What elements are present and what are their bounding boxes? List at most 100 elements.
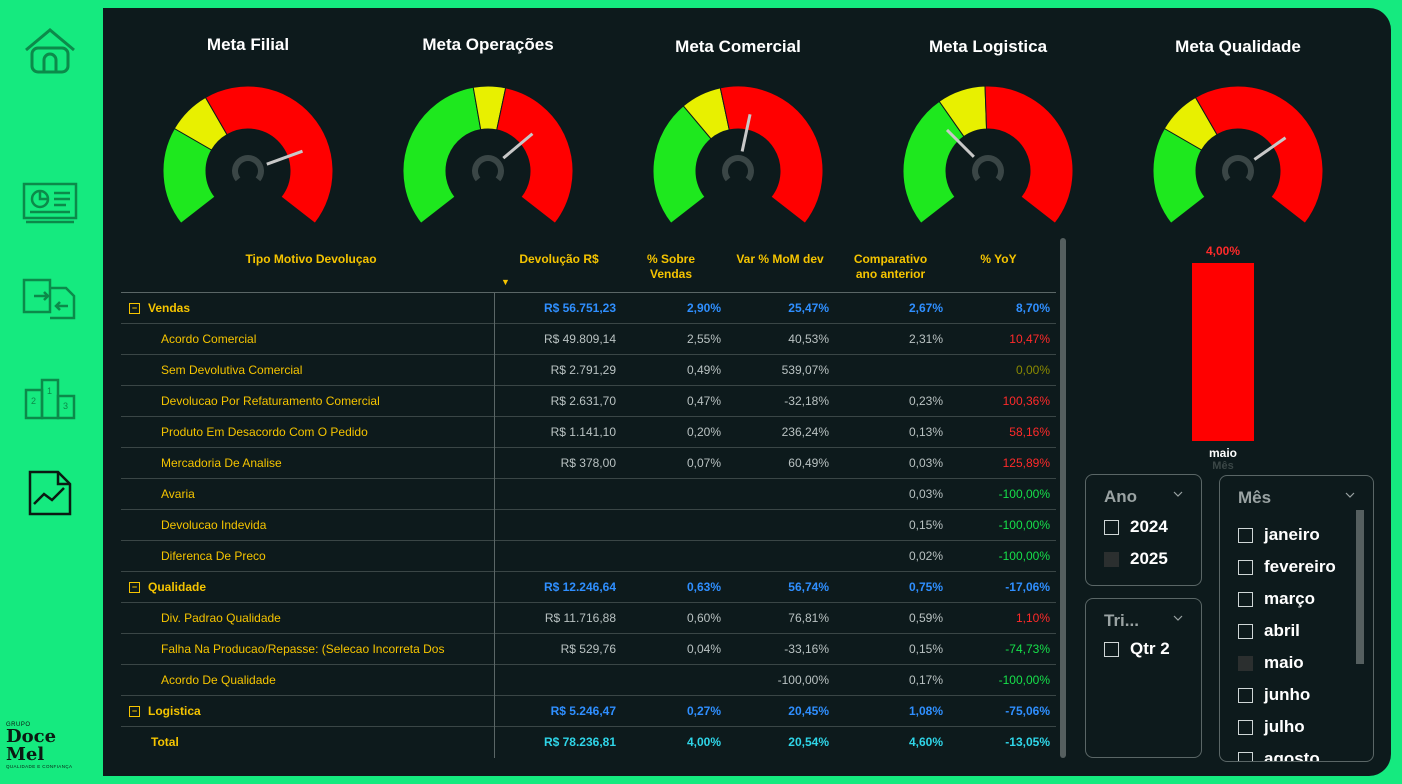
- ano-option[interactable]: 2024: [1104, 517, 1168, 537]
- group-row[interactable]: − Logistica R$ 5.246,47 0,27% 20,45% 1,08% -75…: [121, 696, 1056, 727]
- devolucao-matrix: Tipo Motivo Devoluçao Devolução R$ ▼ % S…: [121, 238, 1056, 758]
- gauge-title: Meta Comercial: [675, 37, 801, 56]
- yoy-value: -100,00%: [998, 549, 1050, 563]
- table-header: Tipo Motivo Devoluçao Devolução R$ ▼ % S…: [121, 238, 1056, 293]
- mes-option[interactable]: agosto: [1238, 749, 1320, 761]
- chevron-down-icon[interactable]: [1345, 490, 1355, 500]
- header-sobre-vendas[interactable]: % Sobre Vendas: [636, 252, 706, 282]
- group-row[interactable]: − Vendas R$ 56.751,23 2,90% 25,47% 2,67% 8,70%: [121, 293, 1056, 324]
- mes-option[interactable]: abril: [1238, 621, 1300, 641]
- mes-option[interactable]: junho: [1238, 685, 1310, 705]
- mes-option[interactable]: fevereiro: [1238, 557, 1336, 577]
- row-label: Acordo De Qualidade: [161, 673, 276, 687]
- option-label: Qtr 2: [1130, 639, 1170, 658]
- mom-value: 539,07%: [781, 363, 829, 377]
- mes-scrollbar[interactable]: [1356, 510, 1364, 664]
- sobre-vendas-value: 0,04%: [686, 642, 721, 656]
- mes-option[interactable]: julho: [1238, 717, 1305, 737]
- tri-option[interactable]: Qtr 2: [1104, 639, 1170, 659]
- yoy-value: -17,06%: [1005, 580, 1050, 594]
- mes-option[interactable]: maio: [1238, 653, 1304, 673]
- row-label: Vendas: [148, 301, 191, 315]
- comparativo-value: 0,15%: [908, 518, 943, 532]
- gauge-title: Meta Qualidade: [1175, 37, 1301, 56]
- yoy-value: 100,36%: [1002, 394, 1050, 408]
- checkbox[interactable]: [1238, 655, 1253, 671]
- mes-option[interactable]: março: [1238, 589, 1315, 609]
- sobre-vendas-value: 0,20%: [686, 425, 721, 439]
- home-icon[interactable]: [18, 24, 82, 78]
- checkbox[interactable]: [1238, 559, 1253, 575]
- transfer-icon[interactable]: [18, 272, 82, 326]
- header-mom[interactable]: Var % MoM dev: [725, 252, 835, 267]
- header-devolucao[interactable]: Devolução R$: [504, 252, 614, 267]
- checkbox[interactable]: [1104, 551, 1119, 567]
- yoy-value: 10,47%: [1009, 332, 1050, 346]
- comparativo-value: 0,02%: [908, 549, 943, 563]
- logo-name: Doce Mel: [6, 726, 57, 765]
- gauge-hub: [722, 155, 754, 182]
- checkbox[interactable]: [1238, 751, 1253, 761]
- mes-option[interactable]: janeiro: [1238, 525, 1320, 545]
- sidebar: 2 1 3 GRUPO Doce Mel QUALIDADE E CONFIANÇA: [0, 0, 103, 784]
- x-tick-label: maio: [1209, 446, 1237, 460]
- sobre-vendas-value: 2,55%: [686, 332, 721, 346]
- sobre-vendas-value: 0,49%: [686, 363, 721, 377]
- row-label: Falha Na Producao/Repasse: (Selecao Inco…: [161, 642, 445, 656]
- devolucao-value: R$ 5.246,47: [550, 704, 616, 718]
- header-tipo[interactable]: Tipo Motivo Devoluçao: [231, 252, 391, 267]
- sobre-vendas-value: 0,47%: [686, 394, 721, 408]
- table-row: Acordo De Qualidade -100,00% 0,17% -100,00%: [121, 665, 1056, 696]
- devolucao-value: R$ 49.809,14: [543, 332, 616, 346]
- collapse-toggle-icon[interactable]: −: [129, 706, 140, 718]
- podium-icon[interactable]: 2 1 3: [18, 372, 82, 426]
- report-panel: Meta Filial Meta Operações Meta Comercial M…: [103, 8, 1391, 776]
- checkbox[interactable]: [1104, 519, 1119, 535]
- trend-chart-icon[interactable]: [18, 466, 82, 520]
- bar-data-label: 4,00%: [1206, 244, 1240, 258]
- checkbox[interactable]: [1238, 527, 1253, 543]
- collapse-toggle-icon[interactable]: −: [129, 582, 140, 594]
- group-row[interactable]: − Qualidade R$ 12.246,64 0,63% 56,74% 0,75% -1…: [121, 572, 1056, 603]
- yoy-value: -74,73%: [1005, 642, 1050, 656]
- row-label-cell: − Logistica: [121, 696, 201, 726]
- table-body: − Vendas R$ 56.751,23 2,90% 25,47% 2,67% 8,70%…: [121, 293, 1056, 757]
- yoy-value: -100,00%: [998, 487, 1050, 501]
- header-yoy[interactable]: % YoY: [961, 252, 1036, 267]
- sobre-vendas-value: 2,90%: [686, 301, 721, 315]
- gauge-hub: [972, 155, 1004, 182]
- devolucao-value: R$ 11.716,88: [544, 611, 616, 625]
- collapse-toggle-icon[interactable]: −: [129, 303, 140, 315]
- mom-value: 20,45%: [788, 704, 829, 718]
- comparativo-value: 2,31%: [908, 332, 943, 346]
- table-row: Sem Devolutiva Comercial R$ 2.791,29 0,49%…: [121, 355, 1056, 386]
- sort-desc-icon[interactable]: ▼: [501, 277, 510, 287]
- checkbox[interactable]: [1238, 687, 1253, 703]
- comparativo-value: 2,67%: [908, 301, 943, 315]
- chevron-down-icon[interactable]: [1173, 613, 1183, 623]
- table-row: Div. Padrao Qualidade R$ 11.716,88 0,60% 76…: [121, 603, 1056, 634]
- table-scrollbar[interactable]: [1060, 238, 1066, 758]
- header-comparativo[interactable]: Comparativo ano anterior: [843, 252, 938, 282]
- comparativo-value: 0,15%: [908, 642, 943, 656]
- column-divider: [494, 292, 495, 758]
- comparativo-value: 1,08%: [908, 704, 943, 718]
- chevron-down-icon[interactable]: [1173, 489, 1183, 499]
- option-label: fevereiro: [1264, 557, 1336, 576]
- sobre-vendas-value: 0,63%: [686, 580, 721, 594]
- yoy-value: -100,00%: [998, 518, 1050, 532]
- checkbox[interactable]: [1238, 591, 1253, 607]
- monthly-bar-chart: 4,00% maioMês: [1192, 244, 1254, 472]
- ano-option[interactable]: 2025: [1104, 549, 1168, 569]
- checkbox[interactable]: [1238, 719, 1253, 735]
- devolucao-value: R$ 1.141,10: [550, 425, 616, 439]
- total-row: Total R$ 78.236,81 4,00% 20,54% 4,60% -13,05%: [121, 727, 1056, 757]
- option-label: julho: [1264, 717, 1305, 736]
- checkbox[interactable]: [1104, 641, 1119, 657]
- checkbox[interactable]: [1238, 623, 1253, 639]
- gauge-hub: [232, 155, 264, 182]
- mom-value: 76,81%: [788, 611, 829, 625]
- dashboard-icon[interactable]: [18, 176, 82, 230]
- table-row: Devolucao Indevida 0,15% -100,00%: [121, 510, 1056, 541]
- bar[interactable]: [1192, 263, 1254, 441]
